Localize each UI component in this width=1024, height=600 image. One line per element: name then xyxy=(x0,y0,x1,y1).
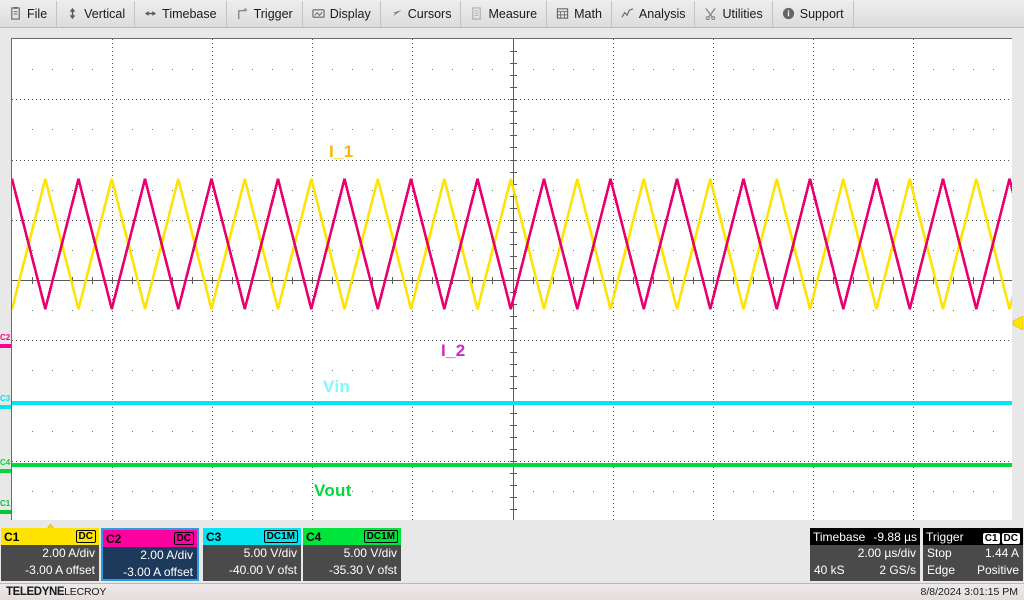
menu-item-label: Utilities xyxy=(722,7,762,21)
channel-coupling-badge[interactable]: DC xyxy=(76,530,96,543)
menu-item-label: File xyxy=(27,7,47,21)
brand-lecroy: LECROY xyxy=(64,586,106,598)
channel-descriptor-c4[interactable]: C4 DC1M 5.00 V/div-35.30 V ofst xyxy=(303,528,401,581)
channel-ground-markers: C2 C3 C4 C1 xyxy=(0,38,11,528)
info-circle-icon xyxy=(782,7,795,20)
trace-label-i1: I_1 xyxy=(329,142,354,162)
brand-teledyne: TELEDYNE xyxy=(6,586,64,598)
trace-c2 xyxy=(11,179,1012,309)
channel-coupling-badge[interactable]: DC1M xyxy=(264,530,298,543)
channel-voltsdiv[interactable]: 2.00 A/div xyxy=(1,545,99,562)
trace-label-vout: Vout xyxy=(314,481,352,501)
vertical-arrows-icon xyxy=(66,7,79,20)
channel-offset[interactable]: -40.00 V ofst xyxy=(203,562,301,579)
trigger-coupling-badge[interactable]: DC xyxy=(1002,533,1020,544)
brand-logo: TELEDYNELECROY xyxy=(6,586,106,598)
ground-marker-c2-bar[interactable] xyxy=(0,344,11,348)
menu-item-label: Support xyxy=(800,7,844,21)
menu-item-label: Trigger xyxy=(254,7,293,21)
ground-marker-c3-bar[interactable] xyxy=(0,405,11,409)
trigger-type[interactable]: Edge xyxy=(927,562,955,579)
channel-offset[interactable]: -3.00 A offset xyxy=(103,564,197,581)
channel-coupling-badge[interactable]: DC1M xyxy=(364,530,398,543)
ground-marker-c4-bar[interactable] xyxy=(0,469,11,473)
display-screen-icon xyxy=(312,7,325,20)
trigger-descriptor[interactable]: Trigger C1DC Stop 1.44 A Edge Positive xyxy=(923,528,1023,581)
timestamp: 8/8/2024 3:01:15 PM xyxy=(921,586,1019,598)
math-grid-icon xyxy=(556,7,569,20)
channel-name: C3 xyxy=(206,530,221,544)
timebase-samplerate: 2 GS/s xyxy=(879,562,916,579)
waveform-grid[interactable]: I_1 I_2 Vin Vout xyxy=(11,38,1012,520)
waveform-traces xyxy=(12,39,1012,520)
trigger-level[interactable]: 1.44 A xyxy=(985,545,1019,562)
menu-item-trigger[interactable]: Trigger xyxy=(227,1,303,27)
timebase-scale[interactable]: 2.00 µs/div xyxy=(858,545,916,562)
utilities-tools-icon xyxy=(704,7,717,20)
ground-marker-c1[interactable]: C1 xyxy=(0,500,10,508)
channel-voltsdiv[interactable]: 5.00 V/div xyxy=(203,545,301,562)
menu-bar: File Vertical Timebase Trigger Display Cursor… xyxy=(0,0,1024,28)
trigger-slope-icon xyxy=(236,7,249,20)
channel-name: C1 xyxy=(4,530,19,544)
menu-item-support[interactable]: Support xyxy=(773,1,854,27)
menu-item-file[interactable]: File xyxy=(0,1,57,27)
menu-item-utilities[interactable]: Utilities xyxy=(695,1,772,27)
channel-offset[interactable]: -35.30 V ofst xyxy=(303,562,401,579)
timebase-descriptor[interactable]: Timebase -9.88 µs2.00 µs/div 40 kS 2 GS/s xyxy=(810,528,920,581)
channel-name: C4 xyxy=(306,530,321,544)
menu-item-cursors[interactable]: Cursors xyxy=(381,1,462,27)
timebase-memory: 40 kS xyxy=(814,562,845,579)
file-icon xyxy=(9,7,22,20)
menu-item-label: Cursors xyxy=(408,7,452,21)
trigger-title: Trigger xyxy=(926,530,964,544)
ground-marker-c3[interactable]: C3 xyxy=(0,395,10,403)
channel-name: C2 xyxy=(106,532,121,546)
menu-item-timebase[interactable]: Timebase xyxy=(135,1,226,27)
horizontal-arrows-icon xyxy=(144,7,157,20)
analysis-waveform-icon xyxy=(621,7,634,20)
trigger-level-marker[interactable] xyxy=(1012,316,1024,330)
ground-marker-c4[interactable]: C4 xyxy=(0,459,10,467)
ground-marker-c2[interactable]: C2 xyxy=(0,334,10,342)
ground-marker-c1-bar[interactable] xyxy=(0,510,11,514)
channel-descriptor-c2[interactable]: C2 DC 2.00 A/div-3.00 A offset xyxy=(101,528,199,581)
timebase-delay[interactable]: -9.88 µs xyxy=(873,530,917,544)
trigger-source-badge[interactable]: C1 xyxy=(983,533,1000,544)
trace-label-i2: I_2 xyxy=(441,341,466,361)
menu-item-analysis[interactable]: Analysis xyxy=(612,1,696,27)
timebase-title: Timebase xyxy=(813,530,865,544)
status-bar: TELEDYNELECROY 8/8/2024 3:01:15 PM xyxy=(0,583,1024,600)
descriptor-row: C1DC2.00 A/div-3.00 A offsetC2DC2.00 A/d… xyxy=(0,528,1024,581)
menu-item-measure[interactable]: Measure xyxy=(461,1,547,27)
menu-item-math[interactable]: Math xyxy=(547,1,612,27)
trigger-slope[interactable]: Positive xyxy=(977,562,1019,579)
menu-item-label: Measure xyxy=(488,7,537,21)
menu-item-vertical[interactable]: Vertical xyxy=(57,1,135,27)
menu-item-label: Display xyxy=(330,7,371,21)
oscilloscope-screen: File Vertical Timebase Trigger Display Cursor… xyxy=(0,0,1024,600)
menu-item-label: Analysis xyxy=(639,7,686,21)
channel-descriptor-c3[interactable]: C3 DC1M 5.00 V/div-40.00 V ofst xyxy=(203,528,301,581)
trigger-state[interactable]: Stop xyxy=(927,545,952,562)
channel-voltsdiv[interactable]: 5.00 V/div xyxy=(303,545,401,562)
channel-coupling-badge[interactable]: DC xyxy=(174,532,194,545)
trace-label-vin: Vin xyxy=(323,377,350,397)
menu-item-label: Math xyxy=(574,7,602,21)
channel-descriptor-c1[interactable]: C1 DC 2.00 A/div-3.00 A offset xyxy=(1,528,99,581)
channel-offset[interactable]: -3.00 A offset xyxy=(1,562,99,579)
menu-item-label: Timebase xyxy=(162,7,216,21)
measure-list-icon xyxy=(470,7,483,20)
menu-item-display[interactable]: Display xyxy=(303,1,381,27)
channel-voltsdiv[interactable]: 2.00 A/div xyxy=(103,547,197,564)
cursor-arrow-icon xyxy=(390,7,403,20)
menu-item-label: Vertical xyxy=(84,7,125,21)
